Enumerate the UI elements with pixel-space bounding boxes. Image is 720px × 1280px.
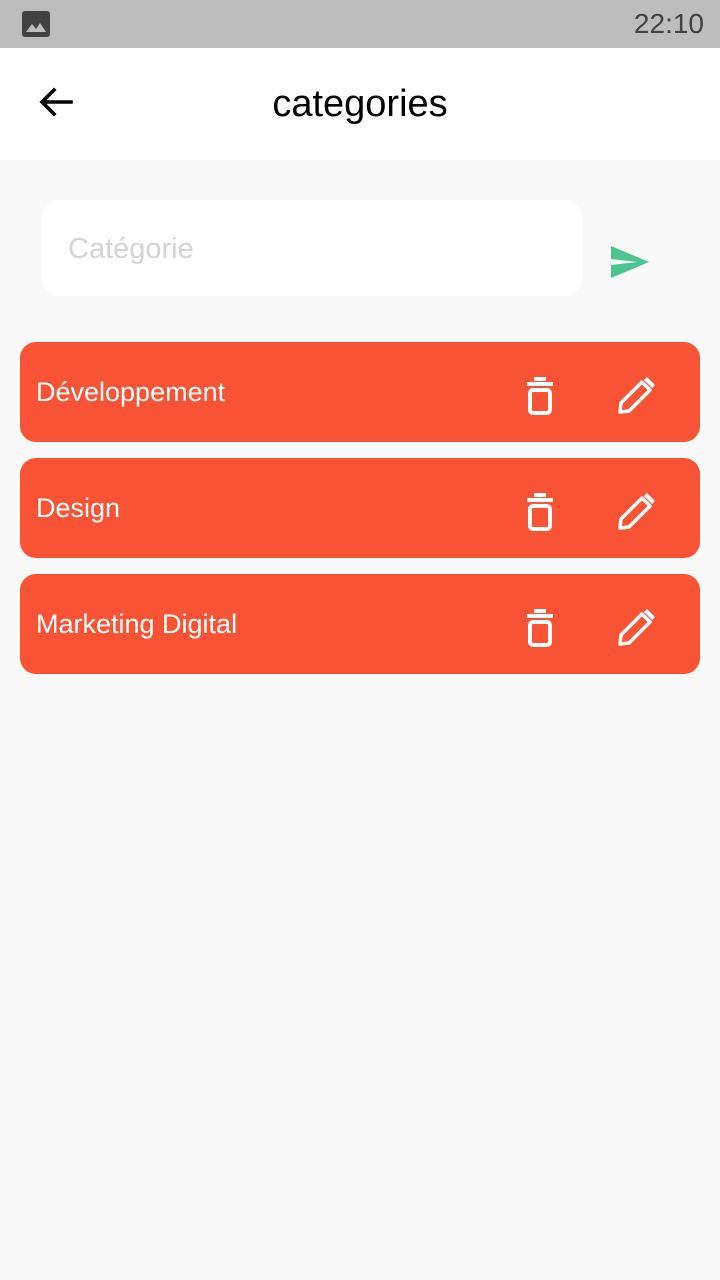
edit-button[interactable] (608, 370, 664, 426)
edit-button[interactable] (608, 486, 664, 542)
pencil-icon (616, 376, 656, 421)
delete-button[interactable] (512, 370, 568, 426)
delete-button[interactable] (512, 486, 568, 542)
page-title: categories (272, 83, 448, 125)
trash-icon (526, 376, 554, 421)
category-label: Marketing Digital (36, 609, 238, 639)
pencil-icon (616, 608, 656, 653)
status-bar: 22:10 (0, 0, 720, 48)
pencil-icon (616, 492, 656, 537)
list-item: Développement (20, 342, 700, 442)
send-icon (609, 244, 651, 285)
category-input[interactable] (66, 200, 570, 298)
category-list: Développement Design Marketing Digital (20, 342, 700, 690)
image-icon (22, 11, 50, 37)
app-bar: categories (0, 48, 720, 160)
list-item: Marketing Digital (20, 574, 700, 674)
category-label: Design (36, 493, 121, 523)
status-time: 22:10 (633, 8, 704, 39)
send-button[interactable] (602, 236, 658, 292)
delete-button[interactable] (512, 602, 568, 658)
edit-button[interactable] (608, 602, 664, 658)
trash-icon (526, 608, 554, 653)
category-label: Développement (36, 377, 226, 407)
list-item: Design (20, 458, 700, 558)
category-input-container (42, 200, 582, 298)
trash-icon (526, 492, 554, 537)
